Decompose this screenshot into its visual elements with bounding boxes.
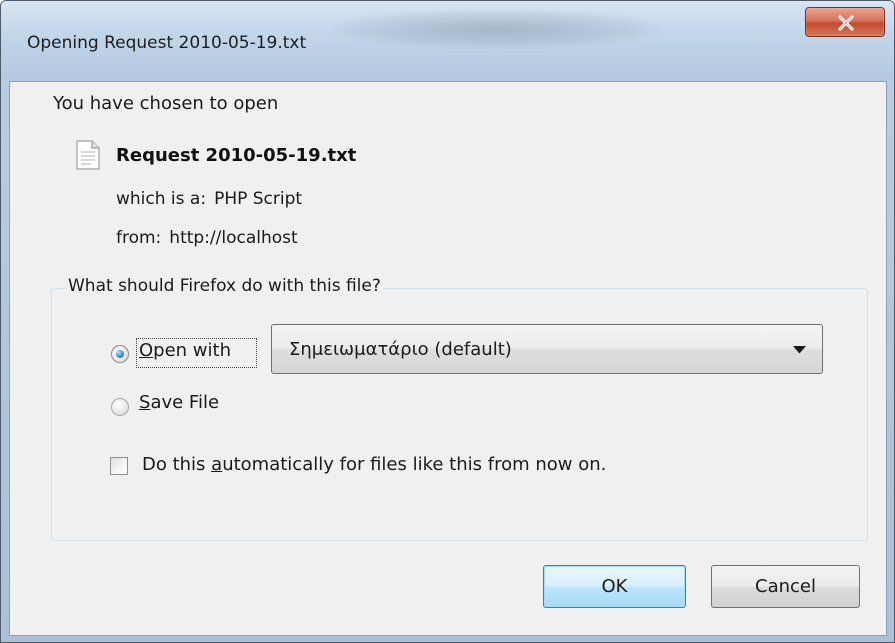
- action-group: What should Firefox do with this file? O…: [51, 276, 868, 541]
- file-type-value: PHP Script: [214, 189, 303, 209]
- save-file-radio[interactable]: [111, 398, 129, 416]
- auto-action-label-before: Do this: [142, 454, 212, 475]
- open-with-radio[interactable]: [111, 345, 129, 363]
- auto-action-label-after: utomatically for files like this from no…: [222, 454, 607, 475]
- application-select[interactable]: Σημειωματάριο (default): [271, 324, 823, 374]
- dialog-window: Opening Request 2010-05-19.txt You have …: [0, 0, 895, 643]
- text-file-icon: [76, 140, 100, 170]
- title-bar-glass: [331, 9, 661, 49]
- close-icon: [838, 15, 854, 31]
- auto-action-mnemonic: a: [211, 454, 223, 475]
- cancel-button[interactable]: Cancel: [711, 565, 860, 608]
- title-bar[interactable]: Opening Request 2010-05-19.txt: [1, 1, 894, 81]
- auto-action-checkbox[interactable]: [110, 457, 128, 475]
- file-name: Request 2010-05-19.txt: [116, 145, 357, 166]
- ok-button[interactable]: OK: [543, 565, 686, 608]
- chevron-down-icon: [793, 346, 806, 354]
- save-file-mnemonic: S: [139, 392, 151, 413]
- file-source-label: from:: [116, 228, 162, 248]
- window-title: Opening Request 2010-05-19.txt: [27, 33, 307, 53]
- file-type-label: which is a:: [116, 189, 207, 209]
- open-with-label[interactable]: Open with: [139, 340, 231, 361]
- open-with-label-rest: pen with: [153, 340, 231, 361]
- application-select-value: Σημειωματάριο (default): [289, 339, 512, 360]
- close-button[interactable]: [805, 7, 885, 37]
- intro-text: You have chosen to open: [53, 93, 279, 114]
- radio-selected-dot: [116, 350, 124, 358]
- file-source-value: http://localhost: [169, 228, 298, 248]
- open-with-mnemonic: O: [139, 340, 154, 361]
- auto-action-label[interactable]: Do this automatically for files like thi…: [142, 454, 606, 475]
- save-file-label[interactable]: Save File: [139, 392, 219, 413]
- action-group-legend: What should Firefox do with this file?: [66, 276, 383, 296]
- file-source-row: from: http://localhost: [116, 228, 298, 248]
- file-type-row: which is a: PHP Script: [116, 189, 302, 209]
- save-file-label-rest: ave File: [150, 392, 220, 413]
- dialog-body: You have chosen to open Request 2010-05-…: [9, 81, 887, 636]
